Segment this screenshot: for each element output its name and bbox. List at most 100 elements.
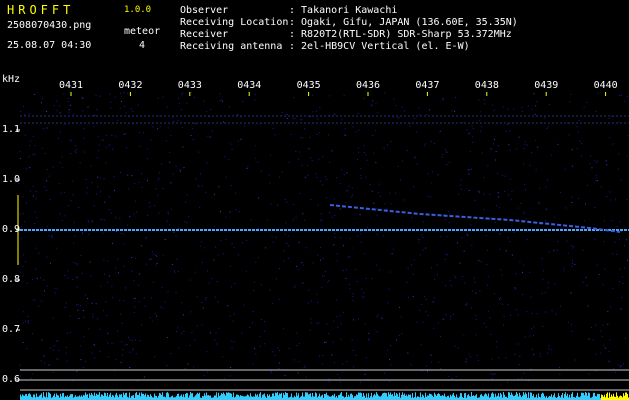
noise-pixel — [572, 247, 574, 249]
level-bar — [98, 394, 99, 400]
noise-pixel — [284, 233, 286, 235]
level-bar — [500, 392, 501, 400]
noise-pixel — [586, 101, 588, 103]
noise-pixel — [158, 172, 160, 174]
noise-pixel — [69, 139, 71, 141]
noise-pixel — [225, 216, 227, 218]
noise-pixel — [400, 316, 402, 318]
noise-pixel — [576, 148, 578, 150]
noise-pixel — [524, 143, 526, 145]
noise-pixel — [460, 188, 462, 190]
time-tick-label: 0438 — [474, 80, 499, 91]
level-bar — [583, 393, 584, 400]
noise-pixel — [620, 308, 622, 310]
noise-pixel — [149, 317, 151, 319]
noise-pixel — [342, 270, 344, 272]
noise-pixel — [511, 190, 513, 192]
noise-pixel — [465, 358, 467, 360]
noise-pixel — [83, 128, 85, 130]
noise-pixel — [479, 191, 481, 193]
level-bar — [351, 393, 352, 400]
level-bar — [262, 394, 263, 400]
noise-pixel — [64, 275, 66, 277]
noise-pixel — [592, 339, 594, 341]
noise-pixel — [436, 264, 438, 266]
noise-field — [18, 92, 629, 383]
noise-pixel — [172, 120, 174, 122]
level-bar — [588, 392, 589, 400]
noise-pixel — [49, 199, 51, 201]
noise-pixel — [588, 338, 590, 340]
level-bar — [350, 393, 351, 400]
level-bar — [155, 395, 156, 400]
noise-pixel — [352, 299, 354, 301]
noise-pixel — [360, 381, 362, 383]
noise-pixel — [523, 264, 525, 266]
noise-pixel — [131, 270, 133, 272]
noise-pixel — [407, 296, 409, 298]
noise-pixel — [301, 262, 303, 264]
noise-pixel — [619, 280, 621, 282]
noise-pixel — [618, 239, 620, 241]
noise-pixel — [490, 333, 492, 335]
noise-pixel — [509, 241, 511, 243]
level-bar — [394, 392, 395, 400]
noise-pixel — [478, 99, 480, 101]
noise-pixel — [451, 378, 453, 380]
noise-pixel — [158, 212, 160, 214]
level-bar — [364, 395, 365, 400]
noise-pixel — [383, 235, 385, 237]
noise-pixel — [481, 126, 483, 128]
spectrogram — [16, 92, 629, 400]
noise-pixel — [413, 186, 415, 188]
noise-pixel — [389, 381, 391, 383]
level-bar — [559, 396, 560, 400]
level-bar — [239, 396, 240, 400]
noise-pixel — [245, 270, 247, 272]
level-bar — [377, 393, 378, 400]
noise-pixel — [469, 150, 471, 152]
level-bar — [109, 394, 110, 400]
noise-pixel — [67, 98, 69, 100]
level-bar — [189, 395, 190, 400]
noise-pixel — [216, 280, 218, 282]
noise-pixel — [319, 107, 321, 109]
noise-pixel — [233, 313, 235, 315]
level-bar — [325, 394, 326, 400]
noise-pixel — [319, 180, 321, 182]
level-bar — [581, 392, 582, 400]
noise-pixel — [27, 321, 29, 323]
noise-pixel — [92, 313, 94, 315]
noise-pixel — [483, 322, 485, 324]
noise-pixel — [363, 145, 365, 147]
noise-pixel — [551, 154, 553, 156]
noise-pixel — [253, 290, 255, 292]
noise-pixel — [34, 153, 36, 155]
noise-pixel — [146, 148, 148, 150]
level-bar — [523, 392, 524, 400]
noise-pixel — [164, 301, 166, 303]
level-bar — [121, 394, 122, 400]
level-bar — [251, 396, 252, 400]
noise-pixel — [121, 100, 123, 102]
noise-pixel — [371, 190, 373, 192]
level-bar — [113, 395, 114, 400]
level-bar — [120, 394, 121, 400]
noise-pixel — [109, 93, 111, 95]
level-bar — [366, 393, 367, 400]
level-bar — [385, 392, 386, 400]
noise-pixel — [206, 162, 208, 164]
noise-pixel — [133, 182, 135, 184]
noise-pixel — [310, 199, 312, 201]
time-tick-label: 0439 — [534, 80, 559, 91]
noise-pixel — [77, 309, 79, 311]
noise-pixel — [439, 336, 441, 338]
noise-pixel — [170, 135, 172, 137]
noise-pixel — [479, 111, 481, 113]
noise-pixel — [531, 348, 533, 350]
noise-pixel — [478, 190, 480, 192]
level-bar — [623, 393, 624, 400]
level-bar — [233, 392, 234, 400]
noise-pixel — [219, 99, 221, 101]
noise-pixel — [123, 243, 125, 245]
